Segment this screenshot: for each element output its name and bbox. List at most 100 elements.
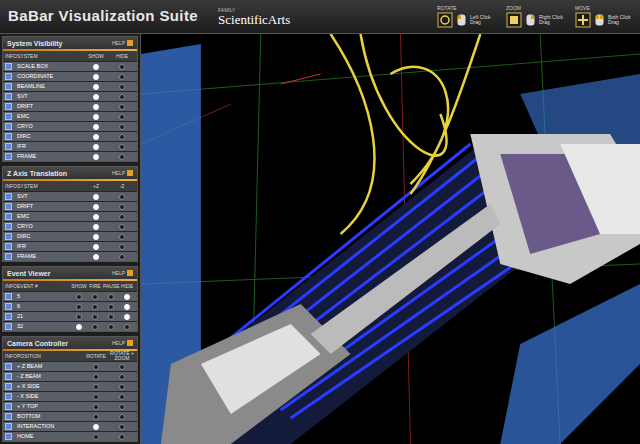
info-icon[interactable]	[5, 413, 12, 420]
radio-button[interactable]	[119, 254, 125, 260]
help-icon[interactable]	[127, 40, 133, 46]
radio-button[interactable]	[93, 194, 99, 200]
radio-button[interactable]	[93, 64, 99, 70]
info-icon[interactable]	[5, 293, 12, 300]
info-icon[interactable]	[5, 143, 12, 150]
radio-button[interactable]	[93, 114, 99, 120]
radio-button[interactable]	[93, 254, 99, 260]
info-icon[interactable]	[5, 193, 12, 200]
radio-button[interactable]	[119, 204, 125, 210]
radio-button[interactable]	[119, 114, 125, 120]
info-icon[interactable]	[5, 223, 12, 230]
help-icon[interactable]	[127, 270, 133, 276]
radio-button[interactable]	[93, 434, 99, 440]
radio-button[interactable]	[119, 94, 125, 100]
info-icon[interactable]	[5, 213, 12, 220]
radio-button[interactable]	[108, 314, 114, 320]
info-icon[interactable]	[5, 303, 12, 310]
radio-button[interactable]	[93, 144, 99, 150]
radio-button[interactable]	[76, 314, 82, 320]
info-icon[interactable]	[5, 93, 12, 100]
radio-button[interactable]	[119, 74, 125, 80]
radio-button[interactable]	[93, 384, 99, 390]
radio-button[interactable]	[92, 314, 98, 320]
radio-button[interactable]	[119, 364, 125, 370]
info-icon[interactable]	[5, 383, 12, 390]
radio-button[interactable]	[93, 224, 99, 230]
radio-button[interactable]	[93, 74, 99, 80]
radio-button[interactable]	[119, 64, 125, 70]
radio-button[interactable]	[119, 84, 125, 90]
help-label[interactable]: HELP	[112, 41, 125, 46]
radio-button[interactable]	[93, 154, 99, 160]
info-icon[interactable]	[5, 233, 12, 240]
radio-button[interactable]	[119, 414, 125, 420]
radio-button[interactable]	[124, 324, 130, 330]
radio-button[interactable]	[119, 144, 125, 150]
info-icon[interactable]	[5, 253, 12, 260]
info-icon[interactable]	[5, 323, 12, 330]
radio-button[interactable]	[108, 324, 114, 330]
radio-button[interactable]	[119, 244, 125, 250]
info-icon[interactable]	[5, 423, 12, 430]
radio-button[interactable]	[119, 404, 125, 410]
info-icon[interactable]	[5, 243, 12, 250]
radio-button[interactable]	[76, 324, 82, 330]
radio-button[interactable]	[93, 214, 99, 220]
radio-button[interactable]	[92, 304, 98, 310]
info-icon[interactable]	[5, 103, 12, 110]
help-label[interactable]: HELP	[112, 341, 125, 346]
radio-button[interactable]	[124, 294, 130, 300]
help-icon[interactable]	[127, 340, 133, 346]
info-icon[interactable]	[5, 393, 12, 400]
help-label[interactable]: HELP	[112, 171, 125, 176]
info-icon[interactable]	[5, 73, 12, 80]
radio-button[interactable]	[119, 154, 125, 160]
info-icon[interactable]	[5, 373, 12, 380]
radio-button[interactable]	[93, 394, 99, 400]
info-icon[interactable]	[5, 83, 12, 90]
radio-button[interactable]	[119, 234, 125, 240]
radio-button[interactable]	[119, 124, 125, 130]
info-icon[interactable]	[5, 133, 12, 140]
radio-button[interactable]	[93, 94, 99, 100]
radio-button[interactable]	[119, 374, 125, 380]
radio-button[interactable]	[93, 424, 99, 430]
radio-button[interactable]	[93, 104, 99, 110]
radio-button[interactable]	[108, 294, 114, 300]
radio-button[interactable]	[93, 364, 99, 370]
radio-button[interactable]	[124, 304, 130, 310]
radio-button[interactable]	[93, 414, 99, 420]
radio-button[interactable]	[119, 384, 125, 390]
info-icon[interactable]	[5, 403, 12, 410]
info-icon[interactable]	[5, 203, 12, 210]
info-icon[interactable]	[5, 433, 12, 440]
radio-button[interactable]	[108, 304, 114, 310]
radio-button[interactable]	[119, 394, 125, 400]
radio-button[interactable]	[76, 294, 82, 300]
radio-button[interactable]	[119, 424, 125, 430]
help-icon[interactable]	[127, 170, 133, 176]
radio-button[interactable]	[93, 374, 99, 380]
radio-button[interactable]	[76, 304, 82, 310]
info-icon[interactable]	[5, 63, 12, 70]
radio-button[interactable]	[93, 124, 99, 130]
radio-button[interactable]	[93, 404, 99, 410]
radio-button[interactable]	[93, 204, 99, 210]
radio-button[interactable]	[119, 134, 125, 140]
help-label[interactable]: HELP	[112, 271, 125, 276]
radio-button[interactable]	[119, 434, 125, 440]
info-icon[interactable]	[5, 113, 12, 120]
info-icon[interactable]	[5, 363, 12, 370]
radio-button[interactable]	[124, 314, 130, 320]
radio-button[interactable]	[93, 234, 99, 240]
radio-button[interactable]	[119, 194, 125, 200]
radio-button[interactable]	[92, 324, 98, 330]
info-icon[interactable]	[5, 313, 12, 320]
radio-button[interactable]	[92, 294, 98, 300]
radio-button[interactable]	[93, 134, 99, 140]
radio-button[interactable]	[93, 84, 99, 90]
radio-button[interactable]	[119, 224, 125, 230]
3d-viewport[interactable]	[141, 34, 640, 444]
radio-button[interactable]	[93, 244, 99, 250]
